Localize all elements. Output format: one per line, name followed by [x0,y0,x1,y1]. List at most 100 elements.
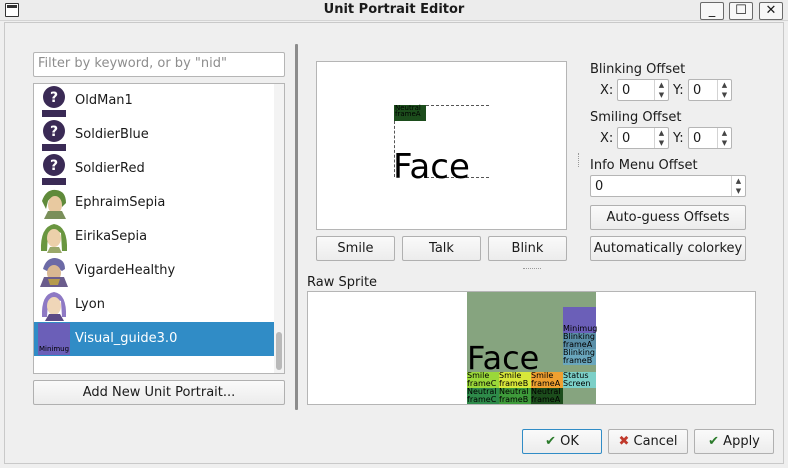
window-title: Unit Portrait Editor [323,2,465,17]
maximize-button[interactable]: ☐ [729,2,753,20]
unknown-portrait-icon: ? [42,154,66,185]
auto-guess-offsets-button[interactable]: Auto-guess Offsets [590,205,746,230]
blinking-y-value: 0 [693,83,702,98]
sprite-cell-text: frameA [531,380,561,388]
smiling-x-value: 0 [622,131,631,146]
list-item-label: OldMan1 [75,93,133,108]
sprite-minimug-region: Minimug [563,307,597,333]
sprite-smile-b-region: Smile frameB [499,372,531,388]
list-item-label: Lyon [75,297,105,312]
spin-arrows-icon[interactable]: ▲ ▼ [731,176,745,196]
add-portrait-button[interactable]: Add New Unit Portrait... [33,380,285,405]
sprite-smile-a-region: Smile frameA [531,372,563,388]
list-item[interactable]: ? SoldierBlue [34,118,276,152]
unknown-portrait-icon: ? [42,86,66,117]
blinking-x-spinbox[interactable]: 0 ▲ ▼ [617,79,669,101]
list-item[interactable]: Lyon [34,288,276,322]
blinking-x-value: 0 [622,83,631,98]
sprite-status-region: Status Screen [563,372,596,388]
list-item-label: SoldierBlue [75,127,149,142]
smile-button[interactable]: Smile [316,236,395,261]
apply-button-label: Apply [723,434,760,449]
sprite-cell-text: frameB [563,357,593,365]
info-menu-offset-spinbox[interactable]: 0 ▲ ▼ [590,175,746,197]
character-portrait-icon [40,224,68,253]
spin-arrows-icon[interactable]: ▲ ▼ [654,80,668,100]
unknown-portrait-icon: ? [42,120,66,151]
svg-text:?: ? [50,158,58,174]
ok-button-label: OK [560,434,579,449]
character-portrait-icon [40,258,68,287]
character-portrait-icon [42,189,66,219]
sprite-cell-text: Smile [467,372,490,380]
list-item-label: EirikaSepia [75,229,148,244]
sprite-smile-c-region: Smile frameC [467,372,499,388]
smiling-x-spinbox[interactable]: 0 ▲ ▼ [617,127,669,149]
check-icon: ✔ [545,434,556,449]
sprite-cell-text: Status [563,372,589,380]
portrait-list[interactable]: ? OldMan1 ? SoldierBlue ? SoldierRed Eph… [33,83,285,374]
sprite-cell-text: Blinking [563,349,596,357]
list-item-selected[interactable]: Minimug Visual_guide3.0 [34,322,276,356]
panel-splitter[interactable] [295,44,298,410]
sprite-blink-b-region: Blinking frameB [563,349,596,365]
list-item[interactable]: EirikaSepia [34,220,276,254]
sprite-cell-text: frameC [467,396,497,404]
close-button[interactable]: ✕ [759,2,783,20]
list-scrollbar-thumb[interactable] [276,332,282,370]
sprite-cell-text: Neutral [499,388,529,396]
sprite-cell-text: Blinking [563,333,596,341]
list-item-label: SoldierRed [75,161,145,176]
sprite-cell-text: Smile [531,372,554,380]
splitter-handle[interactable] [523,268,541,270]
sprite-neutral-b-region: Neutral frameB [499,388,531,404]
info-menu-offset-label: Info Menu Offset [590,158,698,173]
sprite-neutral-c-region: Neutral frameC [467,388,499,404]
auto-colorkey-button[interactable]: Automatically colorkey [590,236,746,261]
splitter-handle[interactable] [578,153,579,167]
raw-sprite-view: Minimug Blinking frameA Blinking frameB … [307,291,756,405]
apply-button[interactable]: ✔ Apply [694,429,774,454]
portrait-preview: Neutral frameA Face [316,61,567,230]
sprite-cell-text: Screen [563,380,591,388]
list-item[interactable]: VigardeHealthy [34,254,276,288]
smiling-y-spinbox[interactable]: 0 ▲ ▼ [688,127,732,149]
talk-button[interactable]: Talk [402,236,481,261]
raw-sprite-label: Raw Sprite [307,275,378,290]
blinking-x-label: X: [600,83,614,98]
raw-sprite-image: Minimug Blinking frameA Blinking frameB … [467,292,597,404]
cancel-icon: ✖ [618,434,630,449]
sprite-cell-text: Neutral [531,388,561,396]
blink-button[interactable]: Blink [488,236,567,261]
blinking-y-spinbox[interactable]: 0 ▲ ▼ [688,79,732,101]
sprite-cell-text: frameB [499,396,529,404]
spin-arrows-icon[interactable]: ▲ ▼ [717,80,731,100]
blinking-y-label: Y: [673,83,684,98]
minimug-thumbnail: Minimug [38,323,70,355]
smiling-y-label: Y: [673,131,684,146]
minimug-thumb-text: Minimug [39,345,70,353]
list-scrollbar[interactable] [274,84,284,373]
cancel-button[interactable]: ✖ Cancel [608,429,688,454]
list-item-label: VigardeHealthy [75,263,176,278]
list-item[interactable]: ? SoldierRed [34,152,276,186]
preview-neutral-frame: Neutral frameA [394,105,426,121]
smiling-y-value: 0 [693,131,702,146]
filter-input[interactable]: Filter by keyword, or by "nid" [33,52,285,77]
svg-text:?: ? [50,90,58,106]
sprite-neutral-a-region: Neutral frameA [531,388,563,404]
list-item[interactable]: ? OldMan1 [34,84,276,118]
info-menu-offset-value: 0 [595,179,604,194]
sprite-blink-a-region: Blinking frameA [563,333,596,349]
sprite-cell-text: frameA [563,341,593,349]
preview-frame-label-2: frameA [395,110,421,118]
list-item[interactable]: EphraimSepia [34,186,276,220]
list-item-label: EphraimSepia [75,195,166,210]
ok-button[interactable]: ✔ OK [522,429,602,454]
spin-arrows-icon[interactable]: ▲ ▼ [717,128,731,148]
sprite-cell-text: frameB [499,380,529,388]
minimize-button[interactable]: _ [700,2,724,20]
check-icon: ✔ [708,434,720,449]
spin-arrows-icon[interactable]: ▲ ▼ [654,128,668,148]
sprite-face-text: Face [467,339,540,377]
